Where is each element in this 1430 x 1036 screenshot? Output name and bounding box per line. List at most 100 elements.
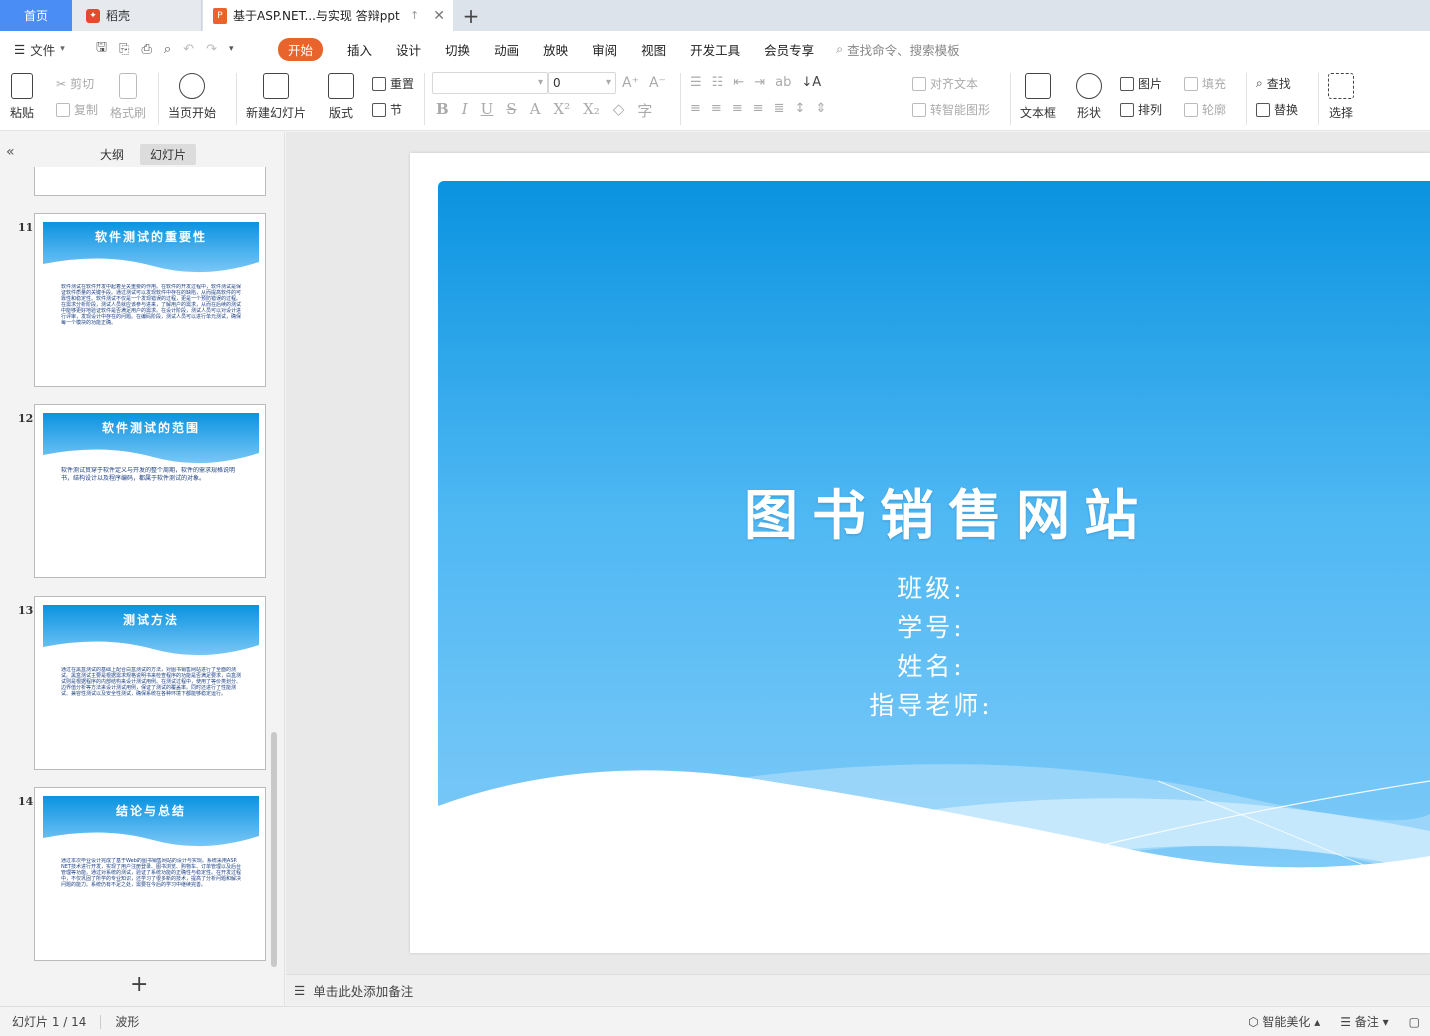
play-from-current-button[interactable]: 当页开始 bbox=[168, 73, 216, 121]
picture-button[interactable]: 图片 bbox=[1120, 75, 1162, 92]
slide-title[interactable]: 图书销售网站 bbox=[668, 471, 1228, 550]
theme-name[interactable]: 波形 bbox=[115, 1013, 139, 1030]
tab-document[interactable]: P 基于ASP.NET...与实现 答辩ppt ↑ ✕ bbox=[203, 0, 453, 31]
cut-label: 剪切 bbox=[70, 77, 95, 91]
menu-tab-insert[interactable]: 插入 bbox=[347, 40, 372, 59]
superscript-icon[interactable]: X² bbox=[553, 100, 570, 121]
menu-tab-animation[interactable]: 动画 bbox=[494, 40, 519, 59]
upload-icon[interactable]: ↑ bbox=[410, 9, 419, 22]
textbox-button[interactable]: 文本框 bbox=[1020, 73, 1056, 121]
advisor-label: 指导老师: bbox=[869, 691, 993, 720]
font-size-select[interactable]: 0 ▾ bbox=[548, 72, 616, 94]
subscript-icon[interactable]: X₂ bbox=[583, 100, 600, 121]
find-button[interactable]: ⌕ 查找 bbox=[1256, 75, 1291, 92]
menu-tab-view[interactable]: 视图 bbox=[641, 40, 666, 59]
clear-format-icon[interactable]: ◇ bbox=[613, 100, 625, 121]
file-menu[interactable]: ☰ 文件 ▾ bbox=[0, 40, 90, 59]
menu-tab-member[interactable]: 会员专享 bbox=[764, 40, 814, 59]
paragraph-spacing-icon[interactable]: ⇕ bbox=[815, 101, 826, 116]
comment-icon[interactable]: ▢ bbox=[1409, 1015, 1420, 1029]
ppt-file-icon: P bbox=[213, 7, 227, 24]
increase-indent-icon[interactable]: ⇥ bbox=[754, 75, 765, 90]
bold-icon[interactable]: B bbox=[436, 100, 449, 121]
tab-docer[interactable]: ✦ 稻壳 bbox=[72, 0, 202, 31]
save-icon[interactable]: 🖫 bbox=[96, 38, 107, 60]
notes-toggle-button[interactable]: ☰ 备注 ▾ bbox=[1340, 1013, 1388, 1030]
undo-icon[interactable]: ↶ bbox=[183, 42, 194, 57]
layout-label: 版式 bbox=[328, 106, 353, 120]
menu-tab-design[interactable]: 设计 bbox=[396, 40, 421, 59]
menu-tab-start[interactable]: 开始 bbox=[278, 37, 324, 61]
smart-beautify-button[interactable]: ⬡ 智能美化 ▴ bbox=[1248, 1013, 1320, 1030]
arrange-button[interactable]: 排列 bbox=[1120, 101, 1162, 118]
paragraph-row-2: ≡ ≡ ≡ ≡ ≣ ↕ ⇕ bbox=[690, 101, 826, 116]
new-slide-button[interactable]: 新建幻灯片 bbox=[246, 73, 306, 121]
bullet-list-icon[interactable]: ☰ bbox=[690, 75, 702, 90]
print-preview-icon[interactable]: ⌕ bbox=[164, 42, 171, 57]
divider bbox=[236, 73, 237, 125]
name-label: 姓名: bbox=[897, 652, 965, 681]
menu-tab-slideshow[interactable]: 放映 bbox=[543, 40, 568, 59]
shrink-font-icon[interactable]: A⁻ bbox=[649, 75, 666, 91]
print-icon[interactable]: ⎙ bbox=[141, 42, 151, 57]
phonetic-icon[interactable]: 字 bbox=[637, 100, 652, 121]
add-slide-button[interactable]: + bbox=[130, 972, 148, 997]
paste-button[interactable]: 粘贴 bbox=[10, 73, 34, 121]
text-box-ab-icon[interactable]: ab bbox=[775, 75, 791, 90]
font-color-icon[interactable]: A bbox=[530, 100, 541, 121]
notes-placeholder: 单击此处添加备注 bbox=[313, 983, 414, 999]
distribute-icon[interactable]: ≣ bbox=[774, 101, 785, 116]
slide-info-block[interactable]: 班级: 学号: 姓名: 指导老师: bbox=[438, 569, 1430, 725]
underline-icon[interactable]: U bbox=[481, 100, 494, 121]
play-icon bbox=[179, 73, 205, 99]
layout-button[interactable]: 版式 bbox=[328, 73, 354, 121]
copy-button[interactable]: 复制 bbox=[56, 101, 98, 118]
font-name-select[interactable]: ▾ bbox=[432, 72, 548, 94]
arrange-icon bbox=[1120, 102, 1134, 117]
replace-icon bbox=[1256, 102, 1270, 117]
close-tab-icon[interactable]: ✕ bbox=[433, 8, 445, 24]
text-direction-icon[interactable]: ↓A bbox=[801, 75, 821, 90]
replace-button[interactable]: 替换 bbox=[1256, 101, 1298, 118]
section-button[interactable]: 节 bbox=[372, 101, 402, 118]
notes-bar[interactable]: ☰ 单击此处添加备注 bbox=[286, 974, 1430, 1005]
menu-tab-review[interactable]: 审阅 bbox=[592, 40, 617, 59]
italic-icon[interactable]: I bbox=[462, 100, 468, 121]
paste-icon bbox=[11, 73, 33, 99]
menu-tab-developer[interactable]: 开发工具 bbox=[690, 40, 740, 59]
align-right-icon[interactable]: ≡ bbox=[732, 101, 743, 116]
strikethrough-icon[interactable]: S bbox=[506, 100, 516, 121]
shapes-button[interactable]: 形状 bbox=[1076, 73, 1102, 121]
numbered-list-icon[interactable]: ☷ bbox=[712, 75, 724, 90]
current-slide[interactable]: 图书销售网站 班级: 学号: 姓名: 指导老师: bbox=[438, 181, 1430, 925]
align-text-button[interactable]: 对齐文本 bbox=[912, 75, 978, 92]
align-left-icon[interactable]: ≡ bbox=[690, 101, 701, 116]
redo-icon[interactable]: ↷ bbox=[206, 42, 217, 57]
outline-button[interactable]: 轮廓 bbox=[1184, 101, 1226, 118]
line-spacing-icon[interactable]: ↕ bbox=[795, 101, 806, 116]
align-text-label: 对齐文本 bbox=[930, 77, 979, 91]
cut-button[interactable]: ✂ 剪切 bbox=[56, 75, 94, 92]
menu-tab-transition[interactable]: 切换 bbox=[445, 40, 470, 59]
new-tab-button[interactable]: + bbox=[460, 0, 482, 31]
panel-scrollbar[interactable] bbox=[271, 732, 277, 967]
tab-outline[interactable]: 大纲 bbox=[90, 144, 134, 165]
fill-button[interactable]: 填充 bbox=[1184, 75, 1226, 92]
collapse-panel-icon[interactable]: « bbox=[6, 144, 15, 160]
reset-label: 重置 bbox=[390, 77, 415, 91]
thumbnail-title: 测试方法 bbox=[122, 613, 179, 627]
tab-slides[interactable]: 幻灯片 bbox=[140, 144, 197, 165]
format-painter-button[interactable]: 格式刷 bbox=[110, 73, 146, 121]
reset-button[interactable]: 重置 bbox=[372, 75, 414, 92]
decrease-indent-icon[interactable]: ⇤ bbox=[733, 75, 744, 90]
justify-icon[interactable]: ≡ bbox=[753, 101, 764, 116]
output-icon[interactable]: ⎘ bbox=[119, 42, 129, 57]
to-smartart-button[interactable]: 转智能图形 bbox=[912, 101, 990, 118]
grow-font-icon[interactable]: A⁺ bbox=[622, 75, 639, 91]
command-search[interactable]: ⌕ 查找命令、搜索模板 bbox=[836, 40, 960, 59]
customize-icon[interactable]: ▾ bbox=[229, 44, 234, 54]
select-button[interactable]: 选择 bbox=[1328, 73, 1354, 121]
thumbnail-frame: 测试方法 通过在黑盒测试的基础上配合白盒测试的方法，对图书销售网站进行了全面的测… bbox=[34, 596, 266, 770]
tab-home[interactable]: 首页 bbox=[0, 0, 72, 31]
align-center-icon[interactable]: ≡ bbox=[711, 101, 722, 116]
